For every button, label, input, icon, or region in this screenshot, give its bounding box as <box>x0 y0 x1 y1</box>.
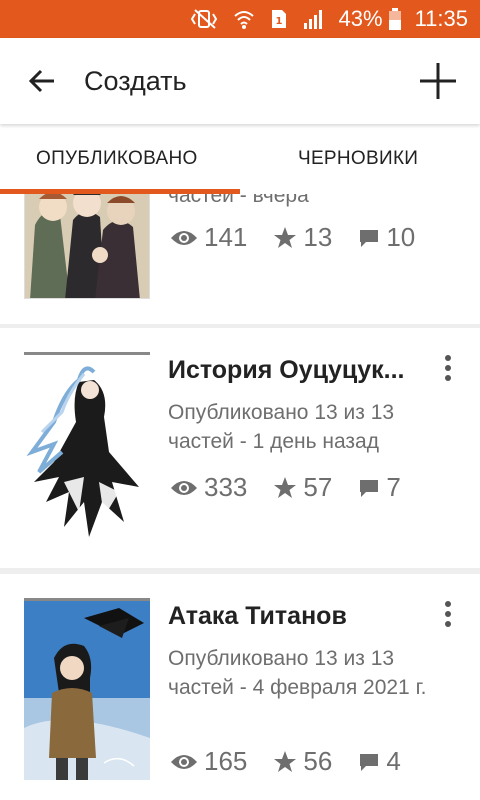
svg-text:1: 1 <box>275 16 282 27</box>
star-icon <box>274 476 297 498</box>
eye-icon <box>171 480 197 495</box>
views-stat: 141 <box>170 222 247 253</box>
views-stat: 165 <box>170 746 247 777</box>
story-card[interactable]: История Оуцуцук... Опубликовано 13 из 13… <box>0 328 480 568</box>
back-button[interactable] <box>0 38 84 124</box>
battery-icon <box>388 8 401 30</box>
page-title: Создать <box>84 65 187 96</box>
story-status: Опубликовано 13 из 13 частей - 4 февраля… <box>168 647 427 699</box>
eye-icon <box>171 230 197 245</box>
views-count: 165 <box>204 746 248 776</box>
clock: 11:35 <box>414 6 468 31</box>
comments-count: 4 <box>386 746 401 776</box>
story-cover <box>24 194 150 299</box>
votes-stat: 57 <box>273 472 332 503</box>
tab-published[interactable]: ОПУБЛИКОВАНО <box>0 124 240 194</box>
story-stats: 141 13 10 <box>170 222 441 253</box>
comments-stat: 10 <box>358 222 415 253</box>
tab-drafts[interactable]: ЧЕРНОВИКИ <box>240 124 480 194</box>
comments-stat: 7 <box>358 472 401 503</box>
views-count: 141 <box>204 222 248 252</box>
story-status: Опубликовано 13 из 13 частей - 1 день на… <box>168 401 395 453</box>
signal-icon <box>303 8 325 30</box>
plus-icon <box>420 63 456 99</box>
comments-count: 7 <box>386 472 401 502</box>
story-card[interactable]: Атака Титанов Опубликовано 13 из 13 част… <box>0 574 480 800</box>
comment-icon <box>360 229 379 247</box>
views-count: 333 <box>204 472 248 502</box>
wifi-icon <box>233 8 255 30</box>
comments-count: 10 <box>386 222 416 252</box>
story-title: Атака Титанов <box>168 602 347 630</box>
story-card[interactable]: частей - вчера 141 13 10 <box>0 194 480 324</box>
more-vert-icon-dot <box>445 365 451 371</box>
tab-bar: ОПУБЛИКОВАНО ЧЕРНОВИКИ <box>0 124 480 194</box>
story-title: История Оуцуцук... <box>168 356 405 384</box>
story-menu-button[interactable] <box>438 594 458 634</box>
votes-count: 13 <box>303 222 333 252</box>
votes-count: 57 <box>303 472 333 502</box>
status-bar: 1 43% 11:35 <box>0 0 480 38</box>
votes-stat: 13 <box>273 222 332 253</box>
more-vert-icon <box>445 355 451 361</box>
story-status: частей - вчера <box>168 194 309 207</box>
more-vert-icon-dot <box>445 375 451 381</box>
star-icon <box>274 226 297 248</box>
story-stats: 333 57 7 <box>170 472 427 503</box>
votes-count: 56 <box>303 746 333 776</box>
sim-icon: 1 <box>269 8 289 30</box>
views-stat: 333 <box>170 472 247 503</box>
more-vert-icon <box>445 601 451 607</box>
arrow-back-icon <box>28 69 54 93</box>
story-cover <box>24 352 150 550</box>
comments-stat: 4 <box>358 746 401 777</box>
more-vert-icon-dot <box>445 611 451 617</box>
battery-percent: 43% <box>338 6 383 31</box>
story-list: частей - вчера 141 13 10 История Оуцуцук… <box>0 194 480 800</box>
add-story-button[interactable] <box>396 38 480 124</box>
vibrate-icon <box>189 8 219 30</box>
app-bar: Создать <box>0 38 480 124</box>
comment-icon <box>360 479 379 497</box>
story-menu-button[interactable] <box>438 348 458 388</box>
votes-stat: 56 <box>273 746 332 777</box>
story-stats: 165 56 4 <box>170 746 427 777</box>
eye-icon <box>171 754 197 769</box>
comment-icon <box>360 753 379 771</box>
more-vert-icon-dot <box>445 621 451 627</box>
story-cover <box>24 598 150 780</box>
star-icon <box>274 750 297 772</box>
